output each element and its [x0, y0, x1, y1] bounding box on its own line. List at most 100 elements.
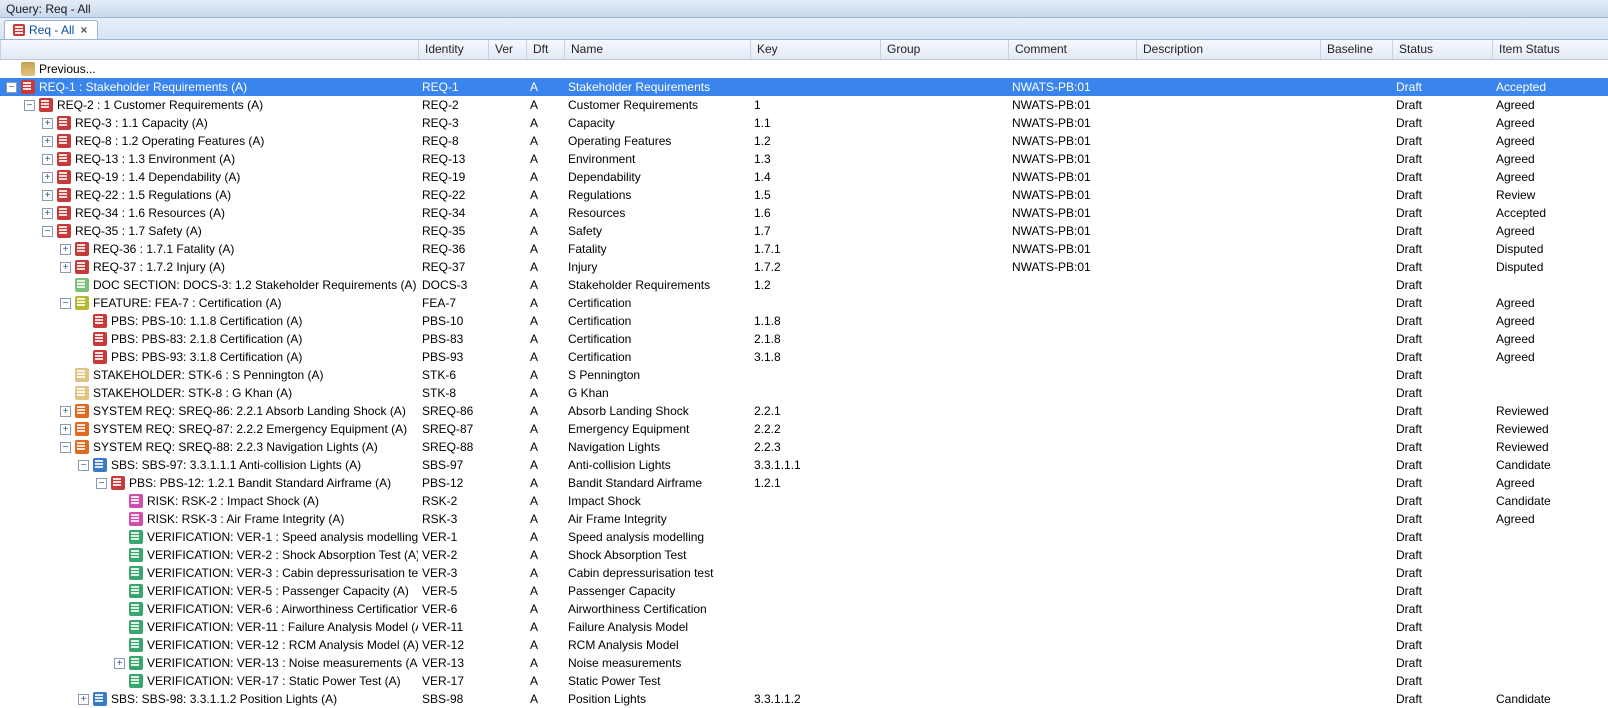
collapse-icon[interactable]: −	[96, 478, 107, 489]
table-row[interactable]: −REQ-35 : 1.7 Safety (A)REQ-35ASafety1.7…	[0, 222, 1608, 240]
tree-cell[interactable]: +REQ-36 : 1.7.1 Fatality (A)	[0, 240, 418, 258]
table-row[interactable]: VERIFICATION: VER-12 : RCM Analysis Mode…	[0, 636, 1608, 654]
tree-cell[interactable]: −REQ-2 : 1 Customer Requirements (A)	[0, 96, 418, 114]
table-row[interactable]: −REQ-2 : 1 Customer Requirements (A)REQ-…	[0, 96, 1608, 114]
col-baseline[interactable]: Baseline	[1320, 40, 1392, 59]
table-row[interactable]: Previous...	[0, 60, 1608, 78]
table-row[interactable]: VERIFICATION: VER-11 : Failure Analysis …	[0, 618, 1608, 636]
table-row[interactable]: +REQ-3 : 1.1 Capacity (A)REQ-3ACapacity1…	[0, 114, 1608, 132]
col-comment[interactable]: Comment	[1008, 40, 1136, 59]
tree-cell[interactable]: PBS: PBS-83: 2.1.8 Certification (A)	[0, 330, 418, 348]
tree-cell[interactable]: VERIFICATION: VER-6 : Airworthiness Cert…	[0, 600, 418, 618]
col-key[interactable]: Key	[750, 40, 880, 59]
col-identity[interactable]: Identity	[418, 40, 488, 59]
table-row[interactable]: VERIFICATION: VER-2 : Shock Absorption T…	[0, 546, 1608, 564]
col-name[interactable]: Name	[564, 40, 750, 59]
table-row[interactable]: PBS: PBS-83: 2.1.8 Certification (A)PBS-…	[0, 330, 1608, 348]
table-row[interactable]: VERIFICATION: VER-5 : Passenger Capacity…	[0, 582, 1608, 600]
table-row[interactable]: −FEATURE: FEA-7 : Certification (A)FEA-7…	[0, 294, 1608, 312]
table-row[interactable]: DOC SECTION: DOCS-3: 1.2 Stakeholder Req…	[0, 276, 1608, 294]
tree-cell[interactable]: STAKEHOLDER: STK-8 : G Khan (A)	[0, 384, 418, 402]
table-row[interactable]: −PBS: PBS-12: 1.2.1 Bandit Standard Airf…	[0, 474, 1608, 492]
tree-cell[interactable]: +REQ-13 : 1.3 Environment (A)	[0, 150, 418, 168]
tree-cell[interactable]: Previous...	[0, 60, 418, 78]
tree-cell[interactable]: VERIFICATION: VER-11 : Failure Analysis …	[0, 618, 418, 636]
tree-cell[interactable]: +SBS: SBS-98: 3.3.1.1.2 Position Lights …	[0, 690, 418, 708]
table-row[interactable]: STAKEHOLDER: STK-6 : S Pennington (A)STK…	[0, 366, 1608, 384]
table-row[interactable]: +SYSTEM REQ: SREQ-86: 2.2.1 Absorb Landi…	[0, 402, 1608, 420]
expand-icon[interactable]: +	[42, 154, 53, 165]
tree-cell[interactable]: −REQ-35 : 1.7 Safety (A)	[0, 222, 418, 240]
tree-cell[interactable]: VERIFICATION: VER-17 : Static Power Test…	[0, 672, 418, 690]
expand-icon[interactable]: +	[78, 694, 89, 705]
tab-close-icon[interactable]: ×	[78, 23, 89, 37]
table-row[interactable]: +REQ-36 : 1.7.1 Fatality (A)REQ-36AFatal…	[0, 240, 1608, 258]
collapse-icon[interactable]: −	[6, 82, 17, 93]
tab-req-all[interactable]: Req - All ×	[4, 20, 98, 39]
tree-cell[interactable]: STAKEHOLDER: STK-6 : S Pennington (A)	[0, 366, 418, 384]
expand-icon[interactable]: +	[60, 244, 71, 255]
expand-icon[interactable]: +	[60, 262, 71, 273]
tree-cell[interactable]: VERIFICATION: VER-2 : Shock Absorption T…	[0, 546, 418, 564]
table-row[interactable]: +REQ-19 : 1.4 Dependability (A)REQ-19ADe…	[0, 168, 1608, 186]
table-row[interactable]: +REQ-37 : 1.7.2 Injury (A)REQ-37AInjury1…	[0, 258, 1608, 276]
expand-icon[interactable]: +	[60, 406, 71, 417]
expand-icon[interactable]: +	[42, 190, 53, 201]
tree-cell[interactable]: PBS: PBS-93: 3.1.8 Certification (A)	[0, 348, 418, 366]
table-row[interactable]: −SYSTEM REQ: SREQ-88: 2.2.3 Navigation L…	[0, 438, 1608, 456]
tree-cell[interactable]: +REQ-8 : 1.2 Operating Features (A)	[0, 132, 418, 150]
expand-icon[interactable]: +	[42, 136, 53, 147]
table-row[interactable]: VERIFICATION: VER-1 : Speed analysis mod…	[0, 528, 1608, 546]
col-ver[interactable]: Ver	[488, 40, 526, 59]
table-row[interactable]: VERIFICATION: VER-3 : Cabin depressurisa…	[0, 564, 1608, 582]
col-tree[interactable]	[0, 40, 418, 59]
tree-cell[interactable]: PBS: PBS-10: 1.1.8 Certification (A)	[0, 312, 418, 330]
table-row[interactable]: +SYSTEM REQ: SREQ-87: 2.2.2 Emergency Eq…	[0, 420, 1608, 438]
table-row[interactable]: +SBS: SBS-98: 3.3.1.1.2 Position Lights …	[0, 690, 1608, 708]
table-row[interactable]: STAKEHOLDER: STK-8 : G Khan (A)STK-8AG K…	[0, 384, 1608, 402]
col-itemstatus[interactable]: Item Status	[1492, 40, 1602, 59]
table-row[interactable]: +REQ-8 : 1.2 Operating Features (A)REQ-8…	[0, 132, 1608, 150]
expand-icon[interactable]: +	[60, 424, 71, 435]
table-row[interactable]: RISK: RSK-2 : Impact Shock (A)RSK-2AImpa…	[0, 492, 1608, 510]
tree-cell[interactable]: +REQ-34 : 1.6 Resources (A)	[0, 204, 418, 222]
expand-icon[interactable]: +	[114, 658, 125, 669]
collapse-icon[interactable]: −	[60, 442, 71, 453]
col-status[interactable]: Status	[1392, 40, 1492, 59]
expand-icon[interactable]: +	[42, 208, 53, 219]
tree-cell[interactable]: +SYSTEM REQ: SREQ-86: 2.2.1 Absorb Landi…	[0, 402, 418, 420]
tree-cell[interactable]: +VERIFICATION: VER-13 : Noise measuremen…	[0, 654, 418, 672]
col-desc[interactable]: Description	[1136, 40, 1320, 59]
table-row[interactable]: +REQ-34 : 1.6 Resources (A)REQ-34AResour…	[0, 204, 1608, 222]
expand-icon[interactable]: +	[42, 172, 53, 183]
tree-cell[interactable]: +REQ-3 : 1.1 Capacity (A)	[0, 114, 418, 132]
tree-cell[interactable]: +REQ-37 : 1.7.2 Injury (A)	[0, 258, 418, 276]
table-row[interactable]: VERIFICATION: VER-17 : Static Power Test…	[0, 672, 1608, 690]
table-row[interactable]: PBS: PBS-10: 1.1.8 Certification (A)PBS-…	[0, 312, 1608, 330]
tree-cell[interactable]: −REQ-1 : Stakeholder Requirements (A)	[0, 78, 418, 96]
collapse-icon[interactable]: −	[78, 460, 89, 471]
table-row[interactable]: RISK: RSK-3 : Air Frame Integrity (A)RSK…	[0, 510, 1608, 528]
collapse-icon[interactable]: −	[24, 100, 35, 111]
tree-cell[interactable]: −SBS: SBS-97: 3.3.1.1.1 Anti-collision L…	[0, 456, 418, 474]
collapse-icon[interactable]: −	[42, 226, 53, 237]
tree-cell[interactable]: VERIFICATION: VER-3 : Cabin depressurisa…	[0, 564, 418, 582]
table-row[interactable]: VERIFICATION: VER-6 : Airworthiness Cert…	[0, 600, 1608, 618]
tree-cell[interactable]: DOC SECTION: DOCS-3: 1.2 Stakeholder Req…	[0, 276, 418, 294]
tree-cell[interactable]: VERIFICATION: VER-5 : Passenger Capacity…	[0, 582, 418, 600]
tree-cell[interactable]: +REQ-19 : 1.4 Dependability (A)	[0, 168, 418, 186]
col-group[interactable]: Group	[880, 40, 1008, 59]
tree-cell[interactable]: +SYSTEM REQ: SREQ-87: 2.2.2 Emergency Eq…	[0, 420, 418, 438]
expand-icon[interactable]: +	[42, 118, 53, 129]
col-dft[interactable]: Dft	[526, 40, 564, 59]
tree-cell[interactable]: −FEATURE: FEA-7 : Certification (A)	[0, 294, 418, 312]
table-row[interactable]: +REQ-13 : 1.3 Environment (A)REQ-13AEnvi…	[0, 150, 1608, 168]
table-row[interactable]: +VERIFICATION: VER-13 : Noise measuremen…	[0, 654, 1608, 672]
tree-cell[interactable]: −SYSTEM REQ: SREQ-88: 2.2.3 Navigation L…	[0, 438, 418, 456]
tree-cell[interactable]: VERIFICATION: VER-1 : Speed analysis mod…	[0, 528, 418, 546]
tree-cell[interactable]: RISK: RSK-3 : Air Frame Integrity (A)	[0, 510, 418, 528]
table-row[interactable]: −SBS: SBS-97: 3.3.1.1.1 Anti-collision L…	[0, 456, 1608, 474]
tree-cell[interactable]: +REQ-22 : 1.5 Regulations (A)	[0, 186, 418, 204]
table-row[interactable]: PBS: PBS-93: 3.1.8 Certification (A)PBS-…	[0, 348, 1608, 366]
table-row[interactable]: −REQ-1 : Stakeholder Requirements (A)REQ…	[0, 78, 1608, 96]
